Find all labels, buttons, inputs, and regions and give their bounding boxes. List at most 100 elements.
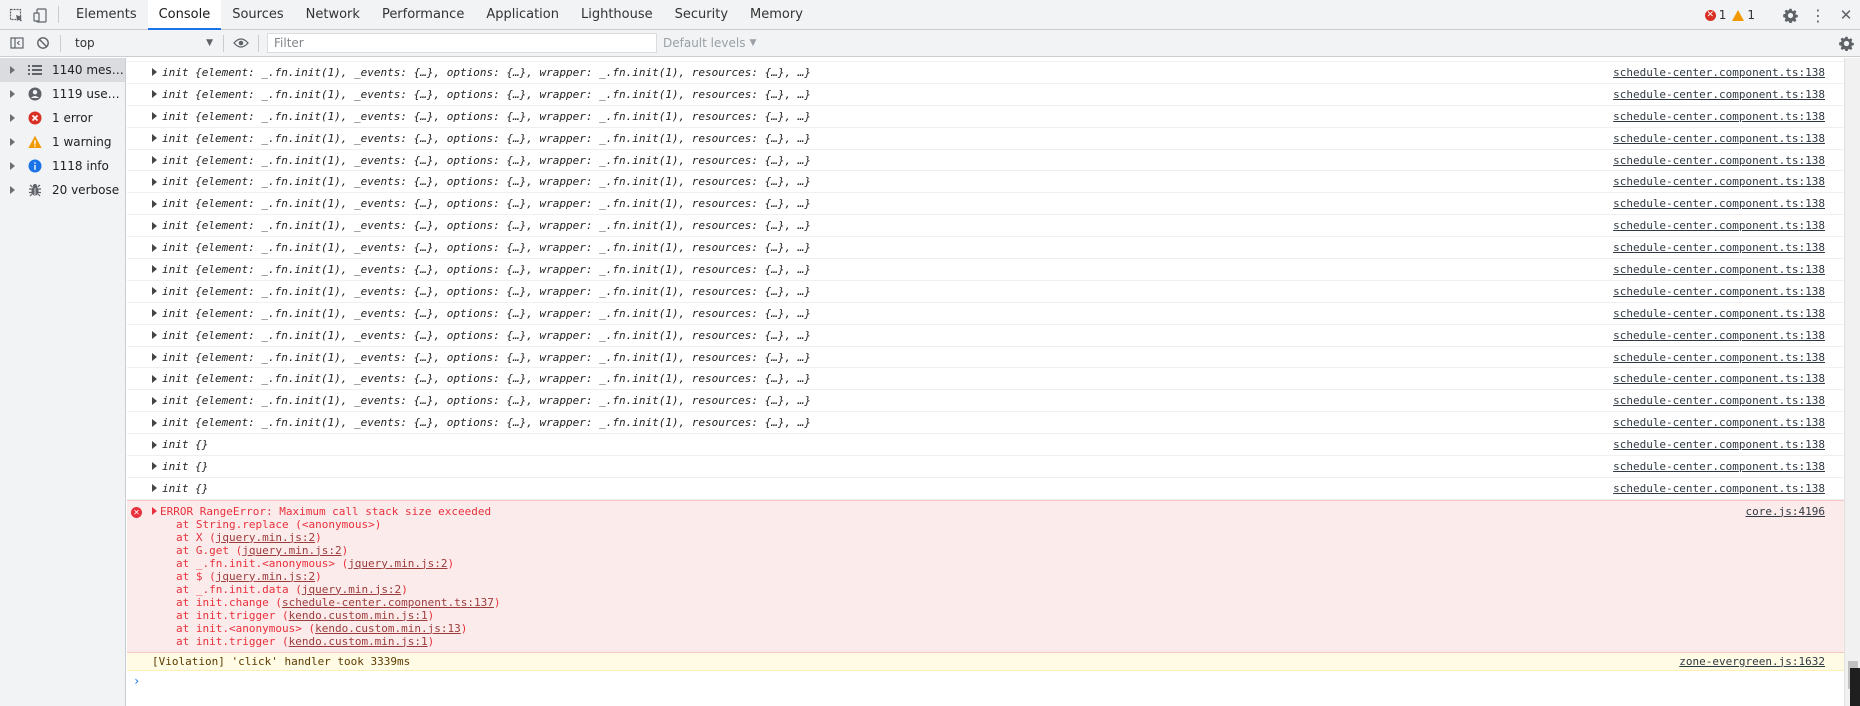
console-message[interactable]: init {element: _.fn.init(1), _events: {…… — [127, 84, 1844, 106]
context-selector[interactable]: top ▼ — [69, 33, 219, 54]
tab-elements[interactable]: Elements — [65, 0, 148, 29]
tab-performance[interactable]: Performance — [371, 0, 475, 29]
stack-frame-link[interactable]: jquery.min.js:2 — [348, 557, 447, 570]
expand-arrow-icon[interactable] — [152, 484, 157, 493]
expand-arrow-icon[interactable] — [152, 112, 157, 121]
stack-frame-link[interactable]: jquery.min.js:2 — [216, 531, 315, 544]
source-link[interactable]: schedule-center.component.ts:138 — [1613, 351, 1825, 364]
source-link[interactable]: schedule-center.component.ts:138 — [1613, 66, 1825, 79]
console-message[interactable]: init {element: _.fn.init(1), _events: {…… — [127, 150, 1844, 172]
console-message[interactable]: init {} schedule-center.component.ts:138 — [127, 434, 1844, 457]
console-message[interactable]: init {element: _.fn.init(1), _events: {…… — [127, 193, 1844, 216]
more-options-icon[interactable]: ⋮ — [1804, 0, 1832, 30]
inspect-element-icon[interactable] — [4, 0, 28, 30]
expand-arrow-icon[interactable] — [10, 162, 15, 170]
expand-arrow-icon[interactable] — [10, 66, 15, 74]
expand-arrow-icon[interactable] — [152, 507, 157, 516]
tab-console[interactable]: Console — [147, 0, 222, 30]
stack-frame-link[interactable]: kendo.custom.min.js:1 — [289, 635, 428, 648]
console-settings-gear-icon[interactable] — [1839, 30, 1854, 57]
console-message[interactable]: init {element: _.fn.init(1), _events: {…… — [127, 259, 1844, 281]
issues-counter[interactable]: ✕ 1 1 — [1704, 8, 1755, 22]
sidebar-item-list[interactable]: 1140 mess… — [0, 58, 125, 82]
console-message[interactable]: init {element: _.fn.init(1), _events: {…… — [127, 106, 1844, 128]
error-message[interactable]: ✕ ERROR RangeError: Maximum call stack si… — [127, 499, 1844, 653]
close-icon[interactable]: ✕ — [1832, 0, 1860, 30]
expand-arrow-icon[interactable] — [152, 418, 157, 427]
log-levels-dropdown[interactable]: Default levels ▼ — [663, 36, 756, 50]
source-link[interactable]: schedule-center.component.ts:138 — [1613, 394, 1825, 407]
tab-security[interactable]: Security — [664, 0, 739, 29]
violation-message[interactable]: [Violation] 'click' handler took 3339ms z… — [127, 652, 1844, 671]
expand-arrow-icon[interactable] — [152, 265, 157, 274]
console-message[interactable]: init {element: _.fn.init(1), _events: {…… — [127, 303, 1844, 325]
tab-lighthouse[interactable]: Lighthouse — [570, 0, 664, 29]
source-link[interactable]: schedule-center.component.ts:138 — [1613, 438, 1825, 451]
console-message[interactable]: init {element: _.fn.init(1), _events: {…… — [127, 347, 1844, 369]
device-toolbar-icon[interactable] — [28, 0, 52, 30]
stack-frame-link[interactable]: jquery.min.js:2 — [242, 544, 341, 557]
console-message[interactable]: init {element: _.fn.init(1), _events: {…… — [127, 171, 1844, 194]
source-link[interactable]: schedule-center.component.ts:138 — [1613, 307, 1825, 320]
expand-arrow-icon[interactable] — [152, 309, 157, 318]
sidebar-item-error[interactable]: 1 error — [0, 106, 125, 130]
expand-arrow-icon[interactable] — [152, 440, 157, 449]
source-link[interactable]: schedule-center.component.ts:138 — [1613, 372, 1825, 385]
sidebar-item-user[interactable]: 1119 user … — [0, 82, 125, 106]
source-link[interactable]: schedule-center.component.ts:138 — [1613, 460, 1825, 473]
source-link[interactable]: core.js:4196 — [1746, 505, 1825, 518]
stack-frame-link[interactable]: jquery.min.js:2 — [302, 583, 401, 596]
expand-arrow-icon[interactable] — [152, 68, 157, 77]
source-link[interactable]: schedule-center.component.ts:138 — [1613, 154, 1825, 167]
source-link[interactable]: schedule-center.component.ts:138 — [1613, 175, 1825, 188]
expand-arrow-icon[interactable] — [152, 134, 157, 143]
source-link[interactable]: schedule-center.component.ts:138 — [1613, 197, 1825, 210]
tab-network[interactable]: Network — [295, 0, 371, 29]
source-link[interactable]: schedule-center.component.ts:138 — [1613, 263, 1825, 276]
expand-arrow-icon[interactable] — [152, 156, 157, 164]
expand-arrow-icon[interactable] — [152, 353, 157, 362]
sidebar-item-warning[interactable]: 1 warning — [0, 130, 125, 154]
console-message[interactable]: init {element: _.fn.init(1), _events: {…… — [127, 128, 1844, 150]
source-link[interactable]: schedule-center.component.ts:138 — [1613, 329, 1825, 342]
expand-arrow-icon[interactable] — [152, 243, 157, 252]
console-message[interactable]: init {element: _.fn.init(1), _events: {…… — [127, 368, 1844, 391]
console-scrollbar[interactable] — [1844, 58, 1860, 706]
source-link[interactable]: schedule-center.component.ts:138 — [1613, 416, 1825, 429]
expand-arrow-icon[interactable] — [10, 138, 15, 146]
expand-arrow-icon[interactable] — [152, 177, 157, 186]
console-message[interactable]: init {element: _.fn.init(1), _events: {…… — [127, 281, 1844, 303]
source-link[interactable]: schedule-center.component.ts:138 — [1613, 88, 1825, 101]
source-link[interactable]: schedule-center.component.ts:138 — [1613, 132, 1825, 145]
source-link[interactable]: schedule-center.component.ts:138 — [1613, 482, 1825, 495]
console-message[interactable]: init {element: _.fn.init(1), _events: {…… — [127, 390, 1844, 413]
source-link[interactable]: schedule-center.component.ts:138 — [1613, 285, 1825, 298]
stack-frame-link[interactable]: kendo.custom.min.js:1 — [289, 609, 428, 622]
source-link[interactable]: zone-evergreen.js:1632 — [1679, 655, 1825, 668]
console-message[interactable]: init {element: _.fn.init(1), _events: {…… — [127, 325, 1844, 347]
console-message[interactable]: init {element: _.fn.init(1), _events: {…… — [127, 237, 1844, 260]
expand-arrow-icon[interactable] — [152, 90, 157, 99]
source-link[interactable]: schedule-center.component.ts:138 — [1613, 110, 1825, 123]
sidebar-item-bug[interactable]: 20 verbose — [0, 178, 125, 202]
console-message[interactable]: init {} schedule-center.component.ts:138 — [127, 478, 1844, 500]
expand-arrow-icon[interactable] — [152, 374, 157, 383]
settings-gear-icon[interactable] — [1776, 0, 1804, 30]
expand-arrow-icon[interactable] — [152, 462, 157, 471]
show-sidebar-icon[interactable] — [4, 30, 30, 57]
live-expression-eye-icon[interactable] — [228, 30, 254, 57]
expand-arrow-icon[interactable] — [152, 287, 157, 296]
expand-arrow-icon[interactable] — [10, 186, 15, 194]
tab-sources[interactable]: Sources — [221, 0, 294, 29]
clear-console-icon[interactable] — [30, 30, 56, 57]
expand-arrow-icon[interactable] — [152, 221, 157, 230]
console-message[interactable]: init {} schedule-center.component.ts:138 — [127, 456, 1844, 478]
expand-arrow-icon[interactable] — [152, 396, 157, 405]
source-link[interactable]: schedule-center.component.ts:138 — [1613, 219, 1825, 232]
stack-frame-link[interactable]: schedule-center.component.ts:137 — [282, 596, 494, 609]
console-message[interactable]: init {element: _.fn.init(1), _events: {…… — [127, 412, 1844, 435]
stack-frame-link[interactable]: kendo.custom.min.js:13 — [315, 622, 461, 635]
sidebar-item-info[interactable]: 1118 info — [0, 154, 125, 178]
tab-memory[interactable]: Memory — [739, 0, 814, 29]
source-link[interactable]: schedule-center.component.ts:138 — [1613, 241, 1825, 254]
